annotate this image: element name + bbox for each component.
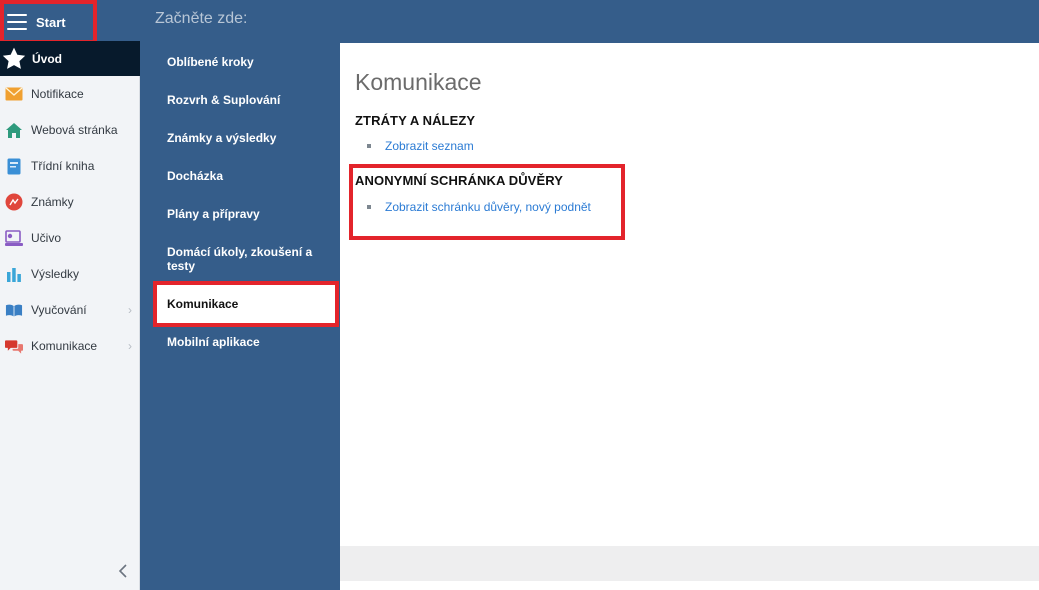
- chevron-right-icon: ›: [128, 303, 132, 317]
- envelope-icon: [5, 85, 23, 103]
- sidebar-item-label: Komunikace: [31, 339, 98, 353]
- chat-icon: [5, 337, 23, 355]
- sidebar-item-tridni-kniha[interactable]: Třídní kniha: [0, 148, 140, 184]
- main-content: Komunikace ZTRÁTY A NÁLEZY Zobrazit sezn…: [340, 43, 1039, 590]
- sidebar-item-label: Notifikace: [31, 87, 84, 101]
- submenu-item-plany-pripravy[interactable]: Plány a přípravy: [167, 207, 317, 221]
- submenu-item-label: Komunikace: [167, 297, 239, 311]
- open-book-icon: [5, 301, 23, 319]
- star-icon: [2, 47, 26, 69]
- chevron-right-icon: ›: [128, 339, 132, 353]
- sidebar-item-notifikace[interactable]: Notifikace: [0, 76, 140, 112]
- home-icon: [5, 121, 23, 139]
- show-trust-box-link[interactable]: Zobrazit schránku důvěry, nový podnět: [385, 200, 591, 214]
- bar-chart-icon: [5, 265, 23, 283]
- section-heading-ztraty-nalezy: ZTRÁTY A NÁLEZY: [355, 113, 476, 128]
- sidebar-item-ucivo[interactable]: Učivo: [0, 220, 140, 256]
- grade-icon: [5, 193, 23, 211]
- chevron-left-icon: [118, 564, 127, 578]
- sidebar-item-vyucovani[interactable]: Vyučování ›: [0, 292, 140, 328]
- submenu-item-mobilni-aplikace[interactable]: Mobilní aplikace: [167, 335, 317, 349]
- footer-strip: [340, 546, 1039, 581]
- sidebar-item-label: Třídní kniha: [31, 159, 95, 173]
- sidebar-item-label: Úvod: [32, 51, 62, 66]
- sidebar-item-label: Výsledky: [31, 267, 80, 281]
- header-title: Začněte zde:: [155, 10, 248, 27]
- submenu-item-oblibene-kroky[interactable]: Oblíbené kroky: [167, 55, 317, 69]
- top-header: Začněte zde:: [140, 0, 1039, 43]
- sidebar-item-znamky[interactable]: Známky: [0, 184, 140, 220]
- start-submenu: Oblíbené kroky Rozvrh & Suplování Známky…: [140, 43, 340, 590]
- book-icon: [5, 157, 23, 175]
- lesson-icon: [5, 229, 23, 247]
- sidebar-item-label: Webová stránka: [31, 123, 118, 137]
- list-bullet: [367, 144, 371, 148]
- start-label: Start: [36, 14, 66, 30]
- sidebar-nav: Notifikace Webová stránka Třídní kniha Z…: [0, 76, 140, 364]
- sidebar-item-komunikace[interactable]: Komunikace ›: [0, 328, 140, 364]
- sidebar-item-label: Učivo: [31, 231, 62, 245]
- submenu-item-komunikace[interactable]: Komunikace: [153, 281, 339, 327]
- submenu-item-znamky-vysledky[interactable]: Známky a výsledky: [167, 131, 317, 145]
- sidebar: Start Úvod Notifikace Webová stránka Tří…: [0, 0, 140, 590]
- sidebar-item-vysledky[interactable]: Výsledky: [0, 256, 140, 292]
- sidebar-item-webova-stranka[interactable]: Webová stránka: [0, 112, 140, 148]
- show-list-link[interactable]: Zobrazit seznam: [385, 139, 474, 153]
- hamburger-icon: [7, 14, 27, 30]
- collapse-sidebar-button[interactable]: [114, 560, 132, 582]
- start-menu-button[interactable]: Start: [0, 0, 97, 44]
- list-bullet: [367, 205, 371, 209]
- sidebar-item-label: Známky: [31, 195, 74, 209]
- submenu-item-dochazka[interactable]: Docházka: [167, 169, 317, 183]
- sidebar-item-uvod[interactable]: Úvod: [0, 41, 140, 76]
- section-heading-anonymni-schranka: ANONYMNÍ SCHRÁNKA DŮVĚRY: [355, 173, 564, 188]
- submenu-item-domaci-ukoly[interactable]: Domácí úkoly, zkoušení a testy: [167, 245, 317, 273]
- sidebar-item-label: Vyučování: [31, 303, 87, 317]
- page-title: Komunikace: [355, 69, 482, 95]
- submenu-item-rozvrh-suplovani[interactable]: Rozvrh & Suplování: [167, 93, 317, 107]
